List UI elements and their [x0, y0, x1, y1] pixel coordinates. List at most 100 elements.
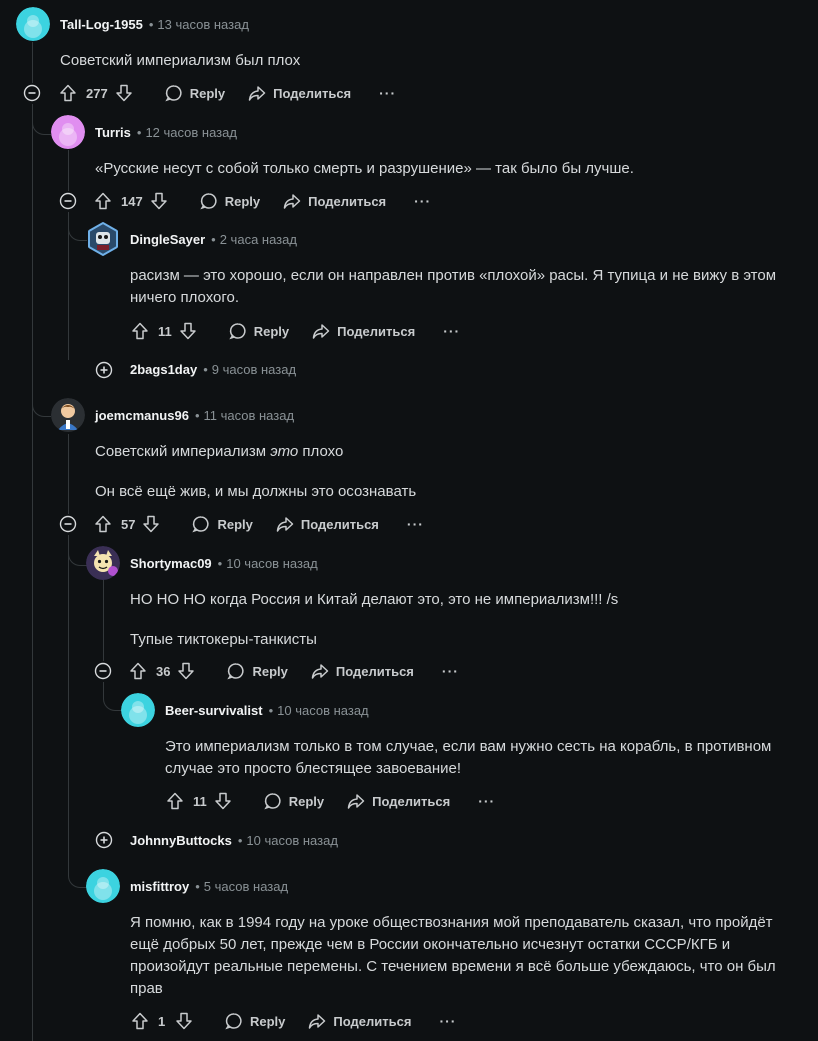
comment-body: НО НО НО когда Россия и Китай делают это… [130, 589, 810, 651]
comment-time[interactable]: 12 часов назад [145, 125, 237, 140]
comment-text-emphasis: это [270, 443, 299, 460]
comment-text: Я помню, как в 1994 году на уроке общест… [130, 914, 773, 931]
comment-author[interactable]: Beer-survivalist [165, 703, 263, 718]
share-button[interactable]: Поделиться [275, 514, 379, 534]
comment-text: ничего плохого. [130, 289, 240, 306]
collapse-thread-button[interactable] [23, 84, 41, 102]
comment-author[interactable]: JohnnyButtocks [130, 833, 232, 848]
more-options-button[interactable]: ··· [407, 516, 424, 532]
comment-time[interactable]: 2 часа назад [220, 232, 297, 247]
comment-author[interactable]: Shortymac09 [130, 556, 212, 571]
avatar[interactable] [86, 869, 120, 903]
comment-time[interactable]: 10 часов назад [246, 833, 338, 848]
avatar[interactable] [86, 222, 120, 256]
collapse-thread-button[interactable] [94, 662, 112, 680]
reply-button[interactable]: Reply [199, 191, 260, 211]
comment-time[interactable]: 10 часов назад [277, 703, 369, 718]
expand-thread-button[interactable] [95, 361, 113, 379]
downvote-icon[interactable] [141, 514, 161, 534]
comment-text: прав [130, 980, 163, 997]
reply-button[interactable]: Reply [263, 791, 324, 811]
reply-button[interactable]: Reply [228, 321, 289, 341]
comment-text: Советский империализм был плох [60, 52, 301, 69]
comment-body: Советский империализм это плохо Он всё е… [95, 441, 805, 503]
comment-body: Я помню, как в 1994 году на уроке общест… [130, 912, 810, 1000]
share-button[interactable]: Поделиться [247, 83, 351, 103]
upvote-icon[interactable] [58, 83, 78, 103]
reply-button[interactable]: Reply [226, 661, 288, 681]
upvote-icon[interactable] [128, 661, 148, 681]
comment-author[interactable]: misfittroy [130, 879, 189, 894]
comment-body: «Русские несут с собой только смерть и р… [95, 158, 805, 180]
avatar[interactable] [16, 7, 50, 41]
comment-text: расизм — это хорошо, если он направлен п… [130, 267, 777, 284]
comment-text: случае это просто блестящее завоевание! [165, 760, 462, 777]
comment-time[interactable]: 13 часов назад [157, 17, 249, 32]
comment-author[interactable]: joemcmanus96 [95, 408, 189, 423]
downvote-icon[interactable] [174, 1011, 194, 1031]
comment-author[interactable]: 2bags1day [130, 362, 197, 377]
vote-count: 11 [158, 323, 172, 339]
comment-time[interactable]: 9 часов назад [212, 362, 296, 377]
downvote-icon[interactable] [114, 83, 134, 103]
upvote-icon[interactable] [130, 1011, 150, 1031]
reply-button[interactable]: Reply [164, 83, 225, 103]
share-icon [275, 514, 295, 534]
downvote-icon[interactable] [213, 791, 233, 811]
comment-text-part: плохо [298, 443, 344, 460]
comment-actions: 277 Reply Поделиться ··· [58, 81, 396, 105]
reply-label: Reply [224, 193, 261, 209]
upvote-icon[interactable] [130, 321, 150, 341]
more-options-button[interactable]: ··· [443, 323, 460, 339]
reply-label: Reply [288, 793, 325, 809]
share-label: Поделиться [335, 663, 414, 679]
comment-icon [224, 1011, 244, 1031]
share-button[interactable]: Поделиться [311, 321, 415, 341]
vote-count: 11 [193, 793, 207, 809]
share-label: Поделиться [333, 1013, 412, 1029]
share-button[interactable]: Поделиться [307, 1011, 411, 1031]
comment-text: Советский империализм это плохо [95, 441, 805, 463]
share-label: Поделиться [308, 193, 387, 209]
share-label: Поделиться [300, 516, 379, 532]
share-button[interactable]: Поделиться [310, 661, 414, 681]
upvote-icon[interactable] [93, 191, 113, 211]
comment-body: расизм — это хорошо, если он направлен п… [130, 265, 810, 309]
share-button[interactable]: Поделиться [346, 791, 450, 811]
downvote-icon[interactable] [178, 321, 198, 341]
more-options-button[interactable]: ··· [414, 193, 431, 209]
share-icon [282, 191, 302, 211]
expand-thread-button[interactable] [95, 831, 113, 849]
upvote-icon[interactable] [93, 514, 113, 534]
vote-count: 36 [156, 663, 171, 679]
downvote-icon[interactable] [176, 661, 196, 681]
more-options-button[interactable]: ··· [478, 793, 495, 809]
comment-text: Это империализм только в том случае, есл… [165, 738, 772, 755]
downvote-icon[interactable] [149, 191, 169, 211]
vote-count: 1 [158, 1013, 166, 1029]
collapse-thread-button[interactable] [59, 515, 77, 533]
comment-author[interactable]: Turris [95, 125, 131, 140]
reply-button[interactable]: Reply [224, 1011, 285, 1031]
share-button[interactable]: Поделиться [282, 191, 386, 211]
comment-icon [226, 661, 246, 681]
share-icon [310, 661, 330, 681]
vote-count: 147 [121, 193, 143, 209]
avatar[interactable] [86, 546, 120, 580]
comment-time[interactable]: 10 часов назад [226, 556, 318, 571]
avatar[interactable] [51, 115, 85, 149]
more-options-button[interactable]: ··· [439, 1013, 456, 1029]
more-options-button[interactable]: ··· [379, 85, 396, 101]
more-options-button[interactable]: ··· [442, 663, 459, 679]
comment-author[interactable]: Tall-Log-1955 [60, 17, 143, 32]
comment-time[interactable]: 5 часов назад [204, 879, 288, 894]
comment-time[interactable]: 11 часов назад [204, 408, 295, 423]
avatar[interactable] [121, 693, 155, 727]
reply-button[interactable]: Reply [191, 514, 253, 534]
collapse-thread-button[interactable] [59, 192, 77, 210]
share-label: Поделиться [337, 323, 416, 339]
comment-author[interactable]: DingleSayer [130, 232, 205, 247]
share-label: Поделиться [372, 793, 451, 809]
avatar[interactable] [51, 398, 85, 432]
upvote-icon[interactable] [165, 791, 185, 811]
